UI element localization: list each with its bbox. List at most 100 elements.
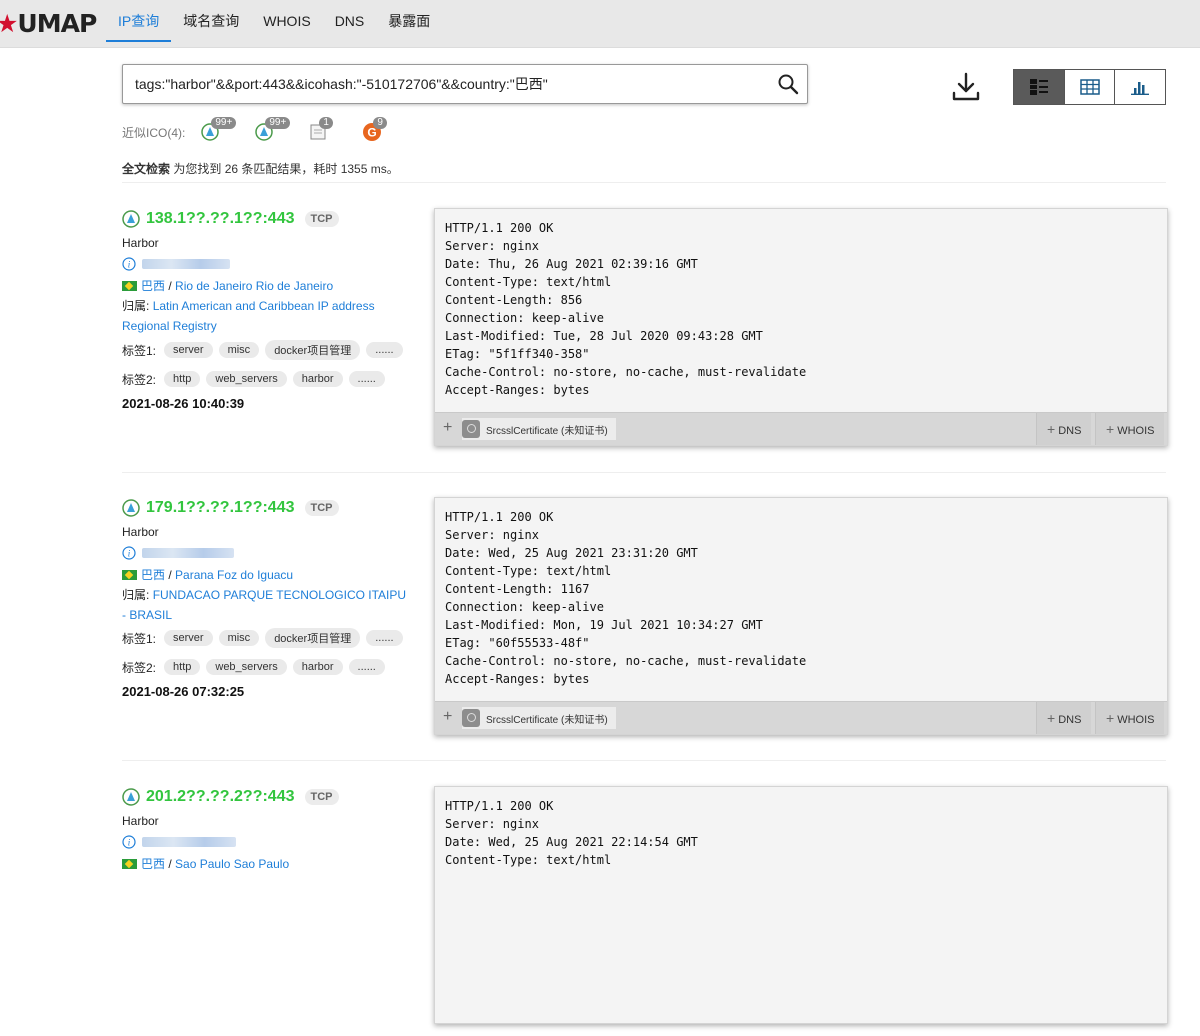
tag[interactable]: misc — [218, 342, 260, 358]
geo-location: 巴西 / Parana Foz do Iguacu — [122, 566, 293, 583]
certificate-icon — [462, 420, 480, 438]
tags2-label: 标签2: — [122, 372, 157, 387]
whois-button[interactable]: + WHOIS — [1095, 413, 1165, 445]
ip-port-link[interactable]: 201.2??.??.2??:443 — [146, 788, 295, 806]
svg-text:i: i — [128, 260, 131, 270]
tag-more[interactable]: ...... — [366, 630, 403, 646]
whois-button[interactable]: + WHOIS — [1095, 702, 1165, 734]
plus-icon: + — [1106, 710, 1115, 726]
top-nav-bar: ★UMAP IP查询 域名查询 WHOIS DNS 暴露面 — [0, 0, 1200, 48]
ip-line: 179.1??.??.1??:443 TCP — [122, 497, 339, 519]
certificate-chip[interactable]: SrcsslCertificate (未知证书) — [462, 707, 616, 729]
tags2-label: 标签2: — [122, 660, 157, 675]
similar-count-badge: 9 — [373, 117, 387, 129]
tag[interactable]: docker项目管理 — [265, 628, 361, 648]
app-name: Harbor — [122, 236, 159, 250]
tag-more[interactable]: ...... — [348, 659, 385, 675]
country-link[interactable]: 巴西 — [141, 277, 165, 294]
result-card: 138.1??.??.1??:443 TCP Harbor i 巴西 / Rio… — [122, 208, 1168, 458]
tag[interactable]: misc — [218, 630, 260, 646]
tag[interactable]: http — [164, 371, 201, 387]
search-icon[interactable] — [777, 73, 799, 95]
dns-button-label: DNS — [1058, 714, 1082, 726]
tag[interactable]: server — [164, 630, 213, 646]
plus-icon: + — [1047, 710, 1056, 726]
tag[interactable]: harbor — [292, 371, 343, 387]
similar-icon-item[interactable]: 99+ — [199, 117, 239, 144]
certificate-label: SrcsslCertificate (未知证书) — [486, 425, 608, 437]
certificate-chip[interactable]: SrcsslCertificate (未知证书) — [462, 418, 616, 440]
redacted-hostname[interactable] — [142, 837, 236, 847]
logo[interactable]: ★UMAP — [0, 9, 97, 38]
tag[interactable]: http — [164, 659, 201, 675]
similar-icons-label: 近似ICO(4): — [122, 125, 186, 140]
app-name: Harbor — [122, 814, 159, 828]
tag[interactable]: server — [164, 342, 213, 358]
info-icon: i — [122, 835, 136, 849]
tag[interactable]: web_servers — [206, 371, 287, 387]
banner-text[interactable]: HTTP/1.1 200 OK Server: nginx Date: Wed,… — [445, 797, 1145, 989]
tags2-row: 标签2: http web_servers harbor ...... — [122, 369, 385, 389]
dns-button[interactable]: + DNS — [1036, 413, 1092, 445]
tag[interactable]: harbor — [292, 659, 343, 675]
redacted-hostname[interactable] — [142, 548, 234, 558]
ip-port-link[interactable]: 138.1??.??.1??:443 — [146, 210, 295, 228]
banner-panel: HTTP/1.1 200 OK Server: nginx Date: Wed,… — [434, 497, 1168, 735]
owner-label: 归属: — [122, 299, 150, 313]
plus-icon: + — [1106, 421, 1115, 437]
ip-port-link[interactable]: 179.1??.??.1??:443 — [146, 499, 295, 517]
banner-text[interactable]: HTTP/1.1 200 OK Server: nginx Date: Wed,… — [445, 508, 1145, 700]
divider — [122, 760, 1166, 761]
app-name: Harbor — [122, 525, 159, 539]
divider — [122, 472, 1166, 473]
certificate-icon — [462, 709, 480, 727]
banner-footer: + SrcsslCertificate (未知证书) + DNS + WHOIS — [435, 412, 1167, 445]
timestamp: 2021-08-26 10:40:39 — [122, 396, 245, 411]
ip-line: 201.2??.??.2??:443 TCP — [122, 786, 339, 808]
plus-icon[interactable]: + — [443, 419, 452, 437]
harbor-icon — [122, 788, 140, 806]
owner-link[interactable]: Latin American and Caribbean IP address … — [122, 299, 375, 333]
brazil-flag-icon — [122, 569, 137, 580]
nav-tab-ip-search[interactable]: IP查询 — [106, 0, 172, 42]
banner-footer: + SrcsslCertificate (未知证书) + DNS + WHOIS — [435, 701, 1167, 734]
tag-more[interactable]: ...... — [366, 342, 403, 358]
tag-more[interactable]: ...... — [348, 371, 385, 387]
tags1-label: 标签1: — [122, 343, 157, 358]
banner-text[interactable]: HTTP/1.1 200 OK Server: nginx Date: Thu,… — [445, 219, 1145, 411]
similar-count-badge: 99+ — [211, 117, 237, 129]
info-icon: i — [122, 546, 136, 560]
harbor-icon — [122, 210, 140, 228]
tag[interactable]: docker项目管理 — [265, 340, 361, 360]
country-link[interactable]: 巴西 — [141, 566, 165, 583]
bar-chart-icon — [1131, 82, 1150, 95]
logo-mark: ★ — [0, 9, 18, 38]
nav-tab-domain-search[interactable]: 域名查询 — [171, 0, 251, 40]
host-line: i — [122, 545, 234, 561]
plus-icon[interactable]: + — [443, 708, 452, 726]
protocol-badge: TCP — [304, 211, 339, 227]
similar-icon-item[interactable]: 99+ — [253, 117, 293, 144]
result-card: 179.1??.??.1??:443 TCP Harbor i 巴西 / Par… — [122, 497, 1168, 747]
location-link[interactable]: Parana Foz do Iguacu — [175, 568, 293, 582]
svg-text:i: i — [128, 549, 131, 559]
dns-button-label: DNS — [1058, 425, 1082, 437]
protocol-badge: TCP — [304, 789, 339, 805]
similar-icon-item[interactable]: 1 — [307, 117, 347, 144]
dns-button[interactable]: + DNS — [1036, 702, 1092, 734]
download-icon[interactable] — [950, 71, 982, 103]
nav-tab-dns[interactable]: DNS — [323, 0, 377, 40]
result-summary: 全文检索 为您找到 26 条匹配结果，耗时 1355 ms。 — [122, 160, 399, 177]
nav-tab-exposure[interactable]: 暴露面 — [376, 0, 442, 40]
redacted-hostname[interactable] — [142, 259, 230, 269]
chart-view-button[interactable] — [1114, 70, 1166, 104]
table-view-button[interactable] — [1063, 70, 1115, 104]
similar-icon-item[interactable]: G 9 — [361, 117, 401, 144]
banner-panel: HTTP/1.1 200 OK Server: nginx Date: Thu,… — [434, 208, 1168, 446]
search-input[interactable] — [135, 65, 755, 103]
list-view-button[interactable] — [1014, 70, 1064, 104]
tag[interactable]: web_servers — [206, 659, 287, 675]
nav-tab-whois[interactable]: WHOIS — [251, 0, 322, 40]
location-link[interactable]: Rio de Janeiro Rio de Janeiro — [175, 279, 333, 293]
owner-link[interactable]: FUNDACAO PARQUE TECNOLOGICO ITAIPU - BRA… — [122, 588, 406, 622]
